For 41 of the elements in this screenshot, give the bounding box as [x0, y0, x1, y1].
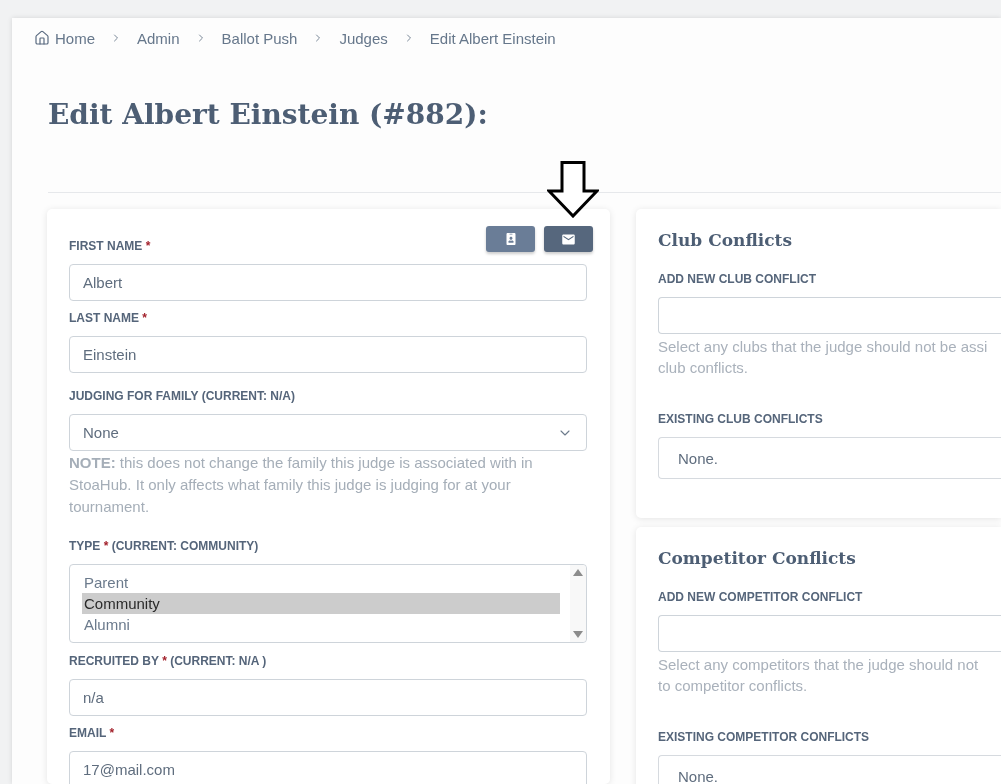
text-input[interactable]: Einstein	[69, 336, 587, 373]
home-icon	[34, 30, 50, 46]
search-input[interactable]	[658, 615, 1001, 652]
scrollbar[interactable]	[570, 565, 586, 642]
help-text: Select any competitors that the judge should not to competitor conflicts.	[658, 655, 979, 696]
list-option[interactable]: Community	[82, 593, 560, 614]
field-label: ADD NEW COMPETITOR CONFLICT	[658, 589, 863, 605]
text-input[interactable]: 17@mail.com	[69, 751, 587, 784]
list-option[interactable]: Alumni	[82, 614, 560, 635]
breadcrumb-link[interactable]: Admin	[137, 29, 180, 47]
search-input[interactable]	[658, 297, 1001, 334]
field-label: EXISTING COMPETITOR CONFLICTS	[658, 729, 870, 745]
text-input[interactable]: n/a	[69, 679, 587, 716]
breadcrumb-link[interactable]: Edit Albert Einstein	[429, 29, 556, 47]
breadcrumb-label: Home	[55, 29, 95, 47]
existing-conflicts-box: None.	[658, 437, 1001, 479]
scroll-down-icon[interactable]	[573, 631, 583, 638]
card-title: Club Conflicts	[658, 229, 792, 251]
text-input[interactable]: Albert	[69, 264, 587, 301]
field-label: ADD NEW CLUB CONFLICT	[658, 271, 816, 287]
select-dropdown[interactable]: None	[69, 414, 587, 451]
scroll-up-icon[interactable]	[573, 569, 583, 576]
id-badge-icon	[504, 233, 517, 245]
type-listbox[interactable]: Parent Community Alumni	[69, 564, 587, 643]
field-label: RECRUITED BY * (CURRENT: N/A )	[69, 653, 267, 669]
field-label: EMAIL *	[69, 725, 115, 741]
list-option[interactable]: Parent	[82, 572, 560, 593]
card-title: Competitor Conflicts	[658, 547, 856, 569]
profile-button[interactable]	[486, 226, 535, 252]
breadcrumb-link[interactable]: Ballot Push	[221, 29, 298, 47]
field-label: JUDGING FOR FAMILY (CURRENT: N/A)	[69, 388, 295, 404]
field-label: EXISTING CLUB CONFLICTS	[658, 411, 823, 427]
page-title: Edit Albert Einstein (#882):	[48, 99, 488, 131]
field-note: NOTE: this does not change the family this judge is associated with in StoaHub. It only affects what family this judge is judging for at your tournament.	[69, 453, 534, 517]
field-label: FIRST NAME *	[69, 238, 151, 254]
field-label: LAST NAME *	[69, 310, 147, 326]
breadcrumb-link[interactable]: Judges	[339, 29, 388, 47]
breadcrumb-link[interactable]: Home	[34, 29, 95, 47]
help-text: Select any clubs that the judge should not be assi club conflicts.	[658, 337, 988, 378]
existing-conflicts-box: None.	[658, 755, 1001, 784]
field-label: TYPE * (CURRENT: COMMUNITY)	[69, 538, 259, 554]
